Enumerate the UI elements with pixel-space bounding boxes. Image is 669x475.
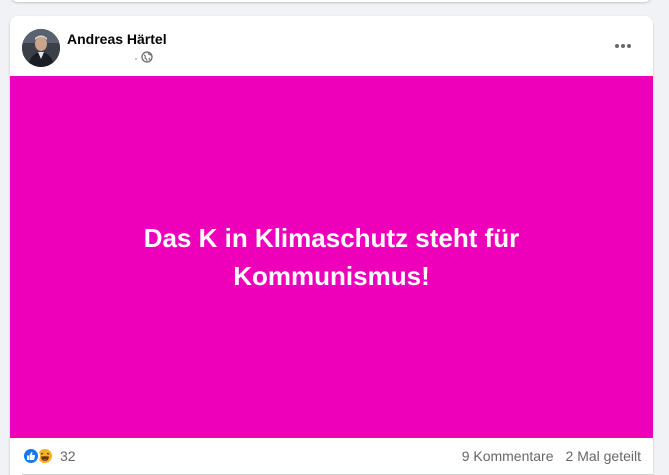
like-icon <box>22 447 40 465</box>
post-meta: · <box>67 50 153 66</box>
post-image[interactable]: Das K in Klimaschutz steht für Kommunism… <box>10 76 653 438</box>
comments-count[interactable]: 9 Kommentare <box>462 448 554 464</box>
reaction-count: 32 <box>60 448 76 464</box>
more-horizontal-icon <box>615 44 631 48</box>
post-header: Andreas Härtel · <box>10 16 653 76</box>
post-card: Andreas Härtel · Das K in Klimaschutz st… <box>10 16 653 475</box>
author-name[interactable]: Andreas Härtel <box>67 31 167 47</box>
meta-separator: · <box>134 51 138 65</box>
shares-count[interactable]: 2 Mal geteilt <box>566 448 641 464</box>
avatar-photo <box>22 29 60 67</box>
author-avatar[interactable] <box>22 29 60 67</box>
post-stats: 32 9 Kommentare 2 Mal geteilt <box>10 438 653 474</box>
reactions-summary[interactable]: 32 <box>22 447 76 465</box>
post-options-button[interactable] <box>605 32 641 60</box>
engagement-counts: 9 Kommentare 2 Mal geteilt <box>462 448 641 464</box>
previous-post-card <box>10 0 652 2</box>
globe-icon[interactable] <box>141 50 153 66</box>
post-image-text: Das K in Klimaschutz steht für Kommunism… <box>143 223 520 291</box>
